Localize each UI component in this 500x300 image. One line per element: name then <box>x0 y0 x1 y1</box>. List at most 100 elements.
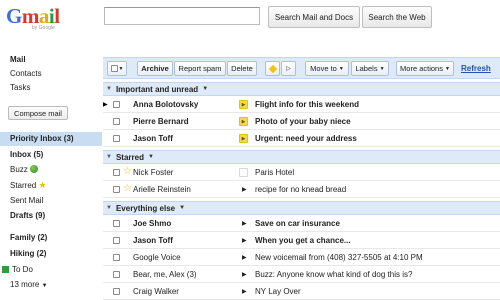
row-checkbox[interactable] <box>113 237 120 244</box>
row-checkbox[interactable] <box>113 135 120 142</box>
table-row[interactable]: Jason Toff ▶ Urgent: need your address <box>103 131 500 147</box>
nav-sent[interactable]: Sent Mail <box>10 196 43 205</box>
mark-important-button[interactable] <box>265 61 280 76</box>
labels-label: Labels <box>355 64 378 73</box>
row-checkbox[interactable] <box>113 271 120 278</box>
table-row[interactable]: ☆ Arielle Reinstein ▶ recipe for no knea… <box>103 182 500 198</box>
chevron-down-icon: ▼ <box>444 65 450 72</box>
nav-mail[interactable]: Mail <box>10 55 26 64</box>
chevron-down-icon: ▼ <box>118 65 124 72</box>
more-actions-button[interactable]: More actions ▼ <box>396 61 454 76</box>
row-checkbox[interactable] <box>113 186 120 193</box>
table-row[interactable]: ▶ Anna Bolotovsky ▶ Flight info for this… <box>103 97 500 113</box>
label-color-icon <box>2 266 9 273</box>
refresh-link[interactable]: Refresh <box>461 64 491 73</box>
nav-priority-inbox[interactable]: Priority Inbox (3) <box>10 134 74 143</box>
star-icon[interactable]: ☆ <box>123 166 132 177</box>
gmail-logo[interactable]: Gmail by Google <box>6 4 66 38</box>
search-mail-button[interactable]: Search Mail and Docs <box>268 6 360 28</box>
nav-more-label: 13 more <box>10 280 40 289</box>
archive-button[interactable]: Archive <box>137 61 173 76</box>
chevron-down-icon: ▼ <box>179 205 186 211</box>
section-title: Starred <box>115 152 144 162</box>
row-sender: Nick Foster <box>133 168 174 177</box>
compose-button[interactable]: Compose mail <box>8 106 68 120</box>
row-checkbox[interactable] <box>113 118 120 125</box>
mail-toolbar: ▼ Archive Report spam Delete ▷ Move to ▼ … <box>103 57 500 79</box>
important-marker-icon[interactable]: ▶ <box>239 134 248 143</box>
table-row[interactable]: Pierre Bernard ▶ Photo of your baby niec… <box>103 114 500 130</box>
row-checkbox[interactable] <box>113 169 120 176</box>
search-input[interactable] <box>104 7 260 25</box>
row-checkbox[interactable] <box>113 220 120 227</box>
nav-tasks[interactable]: Tasks <box>10 83 30 92</box>
move-to-button[interactable]: Move to ▼ <box>305 61 349 76</box>
row-subject: Paris Hotel <box>255 168 295 177</box>
star-icon[interactable]: ☆ <box>123 183 132 194</box>
search-web-button[interactable]: Search the Web <box>362 6 432 28</box>
row-checkbox[interactable] <box>113 254 120 261</box>
table-row[interactable]: Google Voice ▶ New voicemail from (408) … <box>103 250 500 266</box>
chevron-down-icon: ▼ <box>338 65 344 72</box>
table-row[interactable]: Bear, me, Alex (3) ▶ Buzz: Anyone know w… <box>103 267 500 283</box>
row-checkbox[interactable] <box>113 101 120 108</box>
row-subject: When you get a chance... <box>255 236 351 245</box>
collapse-triangle-icon: ▼ <box>106 154 112 160</box>
section-header-important[interactable]: ▼ Important and unread ▼ <box>103 82 500 96</box>
row-subject: Photo of your baby niece <box>255 117 351 126</box>
nav-label-family[interactable]: Family (2) <box>10 233 47 242</box>
nav-buzz-label: Buzz <box>10 165 28 174</box>
current-row-pointer-icon: ▶ <box>103 102 108 108</box>
nav-label-hiking[interactable]: Hiking (2) <box>10 249 46 258</box>
arrow-right-icon: ▶ <box>242 221 247 227</box>
section-header-starred[interactable]: ▼ Starred ▼ <box>103 150 500 164</box>
more-actions-label: More actions <box>400 64 443 73</box>
nav-starred[interactable]: Starred ★ <box>10 180 47 191</box>
delete-button[interactable]: Delete <box>227 61 257 76</box>
row-sender: Pierre Bernard <box>133 117 189 126</box>
row-sender: Arielle Reinstein <box>133 185 191 194</box>
section-title: Important and unread <box>115 84 199 94</box>
section-title: Everything else <box>115 203 176 213</box>
nav-label-todo-text: To Do <box>12 265 33 274</box>
arrow-right-icon: ▶ <box>242 272 247 278</box>
row-subject: Flight info for this weekend <box>255 100 359 109</box>
checkbox-icon <box>110 65 118 72</box>
table-row[interactable]: Craig Walker ▶ NY Lay Over <box>103 284 500 300</box>
buzz-icon <box>29 165 38 173</box>
section-header-everything-else[interactable]: ▼ Everything else ▼ <box>103 201 500 215</box>
arrow-right-icon: ▶ <box>242 289 247 295</box>
table-row[interactable]: ☆ Nick Foster Paris Hotel <box>103 165 500 181</box>
table-row[interactable]: Jason Toff ▶ When you get a chance... <box>103 233 500 249</box>
nav-label-todo[interactable]: To Do <box>2 265 33 274</box>
important-marker-icon <box>268 64 277 73</box>
nav-drafts[interactable]: Drafts (9) <box>10 211 45 220</box>
arrow-right-icon: ▶ <box>242 187 247 193</box>
logo-letter-g: G <box>6 4 22 28</box>
chevron-down-icon: ▼ <box>41 283 48 289</box>
mark-not-important-button[interactable]: ▷ <box>281 61 296 76</box>
important-marker-icon[interactable]: ▶ <box>239 100 248 109</box>
important-marker-icon[interactable]: ▶ <box>239 117 248 126</box>
important-marker-icon[interactable] <box>239 168 248 177</box>
chevron-down-icon: ▼ <box>379 65 385 72</box>
table-row[interactable]: Joe Shmo ▶ Save on car insurance <box>103 216 500 232</box>
nav-buzz[interactable]: Buzz <box>10 165 38 174</box>
collapse-triangle-icon: ▼ <box>106 86 112 92</box>
labels-button[interactable]: Labels ▼ <box>351 61 389 76</box>
row-sender: Anna Bolotovsky <box>133 100 199 109</box>
report-spam-button[interactable]: Report spam <box>174 61 226 76</box>
arrow-right-icon: ▶ <box>242 238 247 244</box>
select-checkbox-dropdown[interactable]: ▼ <box>107 61 127 76</box>
nav-more[interactable]: 13 more ▼ <box>10 280 48 289</box>
row-checkbox[interactable] <box>113 288 120 295</box>
logo-subtitle: by Google <box>32 25 55 31</box>
move-to-label: Move to <box>310 64 337 73</box>
row-subject: Buzz: Anyone know what kind of dog this … <box>255 270 413 279</box>
nav-inbox[interactable]: Inbox (5) <box>10 150 43 159</box>
arrow-right-icon: ▶ <box>242 255 247 261</box>
nav-contacts[interactable]: Contacts <box>10 69 42 78</box>
nav-starred-label: Starred <box>10 181 37 190</box>
row-subject: Urgent: need your address <box>255 134 357 143</box>
row-sender: Craig Walker <box>133 287 179 296</box>
